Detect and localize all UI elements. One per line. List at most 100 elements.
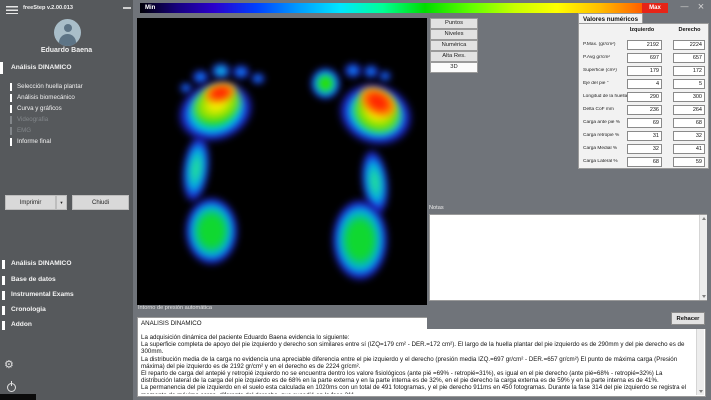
- power-icon[interactable]: [7, 383, 16, 392]
- sidebar-item-label: Análisis DINAMICO: [11, 260, 71, 267]
- value-row-carga-medial: Carga Medial % 32 41: [579, 142, 708, 155]
- item-accent-bar: [2, 291, 5, 300]
- sidebar-item-label: Cronologia: [11, 306, 46, 313]
- value-box: 4: [627, 79, 662, 89]
- print-dropdown-button[interactable]: ▼: [56, 195, 67, 210]
- app-title: freeStep v.2.00.013: [23, 5, 73, 11]
- view-button-puntos[interactable]: Puntos: [430, 18, 478, 29]
- row-label: Carga Medial %: [583, 146, 627, 151]
- sidebar-item-label: Instrumental Exams: [11, 291, 74, 298]
- pressure-blob: [310, 67, 341, 100]
- value-box: 2224: [673, 40, 705, 50]
- row-label: Carga ante pié %: [583, 120, 627, 125]
- item-accent-bar: [10, 127, 12, 135]
- sidebar-item-cronologia[interactable]: Cronologia: [0, 305, 133, 316]
- print-button[interactable]: Imprimir: [5, 195, 56, 210]
- scroll-down-icon[interactable]: [702, 295, 706, 298]
- sidebar-item-curva-graficos[interactable]: Curva y gráficos: [0, 104, 133, 114]
- sidebar-item-emg: EMG: [0, 126, 133, 136]
- sidebar-item-label: Curva y gráficos: [17, 105, 62, 112]
- column-header-left: Izquierdo: [619, 27, 665, 33]
- pressure-blob: [210, 62, 232, 80]
- minimize-icon[interactable]: —: [678, 0, 691, 13]
- sidebar-item-base-de-datos[interactable]: Base de datos: [0, 275, 133, 286]
- item-accent-bar: [10, 94, 12, 102]
- pressure-blob: [378, 70, 392, 82]
- row-label: P.Max. (gr/cm²): [583, 42, 627, 47]
- pressure-map-canvas: [137, 18, 427, 305]
- values-rows: P.Max. (gr/cm²) 2192 2224 P.Avg gr/cm² 6…: [579, 38, 708, 168]
- value-box: 69: [627, 118, 662, 128]
- sidebar-item-videografia: Videografia: [0, 115, 133, 125]
- value-box: 236: [627, 105, 662, 115]
- section-accent-bar: [0, 62, 3, 74]
- report-paragraph: La distribución media de la carga no evi…: [141, 356, 693, 370]
- sidebar: freeStep v.2.00.013 Eduardo Baena Anális…: [0, 0, 133, 400]
- gear-icon[interactable]: ⚙: [4, 360, 14, 371]
- value-box: 657: [673, 53, 705, 63]
- numeric-values-panel: Valores numéricos Izquierdo Derecho P.Ma…: [578, 13, 709, 169]
- pressure-blob: [250, 72, 266, 85]
- redo-button[interactable]: Rehacer: [671, 312, 705, 325]
- sidebar-item-instrumental-exams[interactable]: Instrumental Exams: [0, 290, 133, 301]
- notes-label: Notas: [429, 205, 444, 211]
- notes-textarea[interactable]: [429, 214, 707, 301]
- value-box: 264: [673, 105, 705, 115]
- colorbar-max-label: Max: [642, 3, 668, 13]
- pressure-colorbar: Min Max: [140, 3, 668, 13]
- avatar-head-shape: [64, 24, 73, 33]
- report-paragraph: El reparto de carga del antepié y retrop…: [141, 370, 693, 384]
- sidebar-item-addon[interactable]: Addon: [0, 320, 133, 331]
- pressure-blob: [184, 196, 239, 266]
- pressure-blob: [343, 62, 363, 79]
- item-accent-bar: [2, 306, 5, 315]
- value-box: 32: [673, 131, 705, 141]
- row-label: Carga retropié %: [583, 133, 627, 138]
- pressure-blob: [331, 198, 389, 282]
- sidebar-item-analisis-biomecanico[interactable]: Análisis biomecánico: [0, 93, 133, 103]
- sidebar-item-informe-final[interactable]: Informe final: [0, 137, 133, 147]
- menu-icon[interactable]: [6, 6, 18, 14]
- sidebar-item-label: Selección huella plantar: [17, 83, 83, 90]
- pressure-map-left-foot: [169, 56, 279, 291]
- view-button-3d[interactable]: 3D: [430, 62, 478, 73]
- row-label: Eje del pie °: [583, 81, 627, 86]
- close-exam-button[interactable]: Chiudi: [72, 195, 129, 210]
- freestep-app-window: freeStep v.2.00.013 Eduardo Baena Anális…: [0, 0, 711, 400]
- row-label: Longitud de la huella (mm): [583, 94, 627, 99]
- scroll-up-icon[interactable]: [702, 217, 706, 220]
- report-text: ANALISIS DINAMICO La adquisición dinámic…: [141, 320, 693, 394]
- patient-avatar: [54, 19, 81, 46]
- report-scrollbar[interactable]: [696, 319, 704, 395]
- panel-gap: [427, 301, 711, 329]
- view-button-numerica[interactable]: Numérica: [430, 40, 478, 51]
- item-accent-bar: [2, 276, 5, 285]
- value-row-carga-antepie: Carga ante pié % 69 68: [579, 116, 708, 129]
- item-accent-bar: [10, 116, 12, 124]
- sidebar-collapse-icon[interactable]: [123, 7, 131, 9]
- column-header-right: Derecho: [671, 27, 708, 33]
- notes-scrollbar[interactable]: [699, 215, 707, 300]
- scroll-down-icon[interactable]: [699, 390, 703, 393]
- value-row-eje-del-pie: Eje del pie ° 4 5: [579, 77, 708, 90]
- report-paragraph: La superficie completa de apoyo del pie …: [141, 341, 693, 355]
- value-box: 2192: [627, 40, 662, 50]
- report-textarea[interactable]: ANALISIS DINAMICO La adquisición dinámic…: [137, 317, 706, 397]
- value-box: 59: [673, 157, 705, 167]
- report-paragraph: La adquisición dinámica del paciente Edu…: [141, 334, 693, 341]
- canvas-caption: Intorno de presión automática: [138, 305, 212, 311]
- value-row-longitud: Longitud de la huella (mm) 290 300: [579, 90, 708, 103]
- view-button-niveles[interactable]: Niveles: [430, 29, 478, 40]
- row-label: Carga Lateral %: [583, 159, 627, 164]
- value-box: 31: [627, 131, 662, 141]
- view-button-alta-res[interactable]: Alta Res.: [430, 51, 478, 62]
- value-box: 41: [673, 144, 705, 154]
- sidebar-item-label: Base de datos: [11, 276, 56, 283]
- pressure-blob: [231, 64, 251, 80]
- value-row-delta-cof: Delta CoF mm 236 264: [579, 103, 708, 116]
- patient-name: Eduardo Baena: [0, 47, 133, 54]
- sidebar-item-seleccion-huella[interactable]: Selección huella plantar: [0, 82, 133, 92]
- item-accent-bar: [2, 321, 5, 330]
- sidebar-item-analisis-dinamico[interactable]: Análisis DINAMICO: [0, 259, 133, 270]
- close-icon[interactable]: ×: [694, 0, 708, 13]
